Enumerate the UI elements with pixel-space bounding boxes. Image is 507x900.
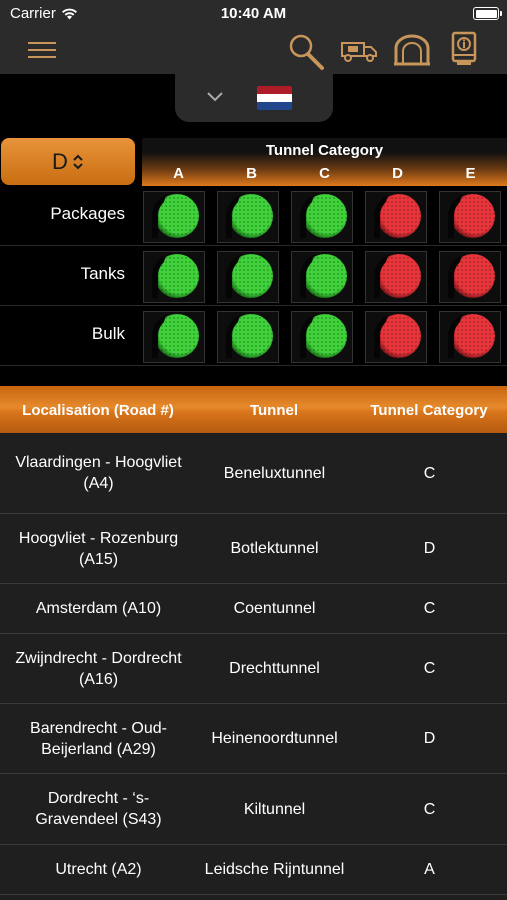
localisation-line1: Dordrecht - ‘s- <box>47 790 150 807</box>
category-picker-button[interactable]: D <box>1 138 135 185</box>
category-picker-value: D <box>52 148 68 174</box>
tunnel-category-header: Tunnel Category A B C D E <box>142 138 507 186</box>
localisation-line1: Barendrecht - Oud- <box>30 719 167 737</box>
cell-tunnel: Heinenoordtunnel <box>211 730 338 747</box>
up-down-chevron-icon <box>73 154 83 169</box>
menu-icon[interactable] <box>28 42 56 60</box>
category-letter-b: B <box>246 165 257 182</box>
cell-tunnel: Leidsche Rijntunnel <box>204 861 345 878</box>
flag-stripe-red <box>257 86 292 94</box>
cell-tunnel: Kiltunnel <box>243 800 306 818</box>
category-letter-e: E <box>465 165 476 182</box>
header-category: Tunnel Category <box>370 402 488 419</box>
flag-stripe-blue <box>257 102 292 110</box>
table-row[interactable]: Amsterdam (A10) Coentunnel C <box>0 584 507 634</box>
localisation-line2: Beijerland (A29) <box>41 740 156 758</box>
green-light-icon <box>143 191 205 243</box>
tunnel-category-title: Tunnel Category <box>265 142 384 159</box>
localisation-line1: Zwijndrecht - Dordrecht <box>15 649 182 667</box>
cell-localisation: Zwijndrecht - Dordrecht (A16) <box>0 634 197 703</box>
table-row[interactable]: Utrecht (A2) Leidsche Rijntunnel A <box>0 845 507 895</box>
cell-localisation: Barendrecht - Oud- Beijerland (A29) <box>0 704 197 773</box>
category-letter-a: A <box>173 165 184 182</box>
search-icon[interactable] <box>286 32 326 72</box>
battery-icon <box>473 7 502 20</box>
table-row[interactable]: Vlaardingen - Hoogvliet (A4) Beneluxtunn… <box>0 433 507 514</box>
cell-localisation: Vlaardingen - Hoogvliet (A4) <box>0 433 197 513</box>
localisation-line2: (A15) <box>78 550 119 568</box>
red-light-icon <box>365 251 427 303</box>
localisation-line2: Gravendeel (S43) <box>35 811 162 828</box>
info-book-icon[interactable] <box>450 31 478 67</box>
status-bar: Carrier 10:40 AM <box>0 0 507 28</box>
status-time: 10:40 AM <box>220 5 287 22</box>
green-light-icon <box>143 251 205 303</box>
tunnel-table-header: Localisation (Road #) Tunnel Tunnel Cate… <box>0 386 507 433</box>
tunnel-icon[interactable] <box>393 34 431 66</box>
cell-category: D <box>423 540 436 557</box>
cell-tunnel: Coentunnel <box>233 600 316 617</box>
light-row-packages: Packages <box>0 186 507 246</box>
light-row-bulk: Bulk <box>0 306 507 366</box>
truck-icon[interactable] <box>340 38 378 64</box>
country-selector[interactable] <box>175 74 333 122</box>
row-label: Packages <box>50 204 125 223</box>
green-light-icon <box>291 251 353 303</box>
chevron-down-icon <box>207 92 223 102</box>
cell-localisation: Utrecht (A2) <box>0 845 197 894</box>
cell-category: A <box>424 861 435 878</box>
cell-tunnel: Beneluxtunnel <box>223 464 326 482</box>
localisation-line2: (A4) <box>83 475 114 492</box>
header-tunnel: Tunnel <box>249 402 299 419</box>
category-letter-d: D <box>392 165 403 182</box>
cell-tunnel: Drechttunnel <box>229 660 320 677</box>
category-letter-c: C <box>319 165 330 182</box>
netherlands-flag-icon <box>257 86 292 110</box>
table-row[interactable]: Barendrecht - Oud- Beijerland (A29) Hein… <box>0 704 507 774</box>
green-light-icon <box>143 311 205 363</box>
cell-localisation: Dordrecht - ‘s- Gravendeel (S43) <box>0 774 197 844</box>
red-light-icon <box>365 191 427 243</box>
cell-category: C <box>423 660 436 677</box>
table-row[interactable]: Zwijndrecht - Dordrecht (A16) Drechttunn… <box>0 634 507 704</box>
localisation-line1: Vlaardingen - Hoogvliet <box>15 454 182 471</box>
green-light-icon <box>291 191 353 243</box>
cell-localisation: Amsterdam (A10) <box>0 584 197 633</box>
red-light-icon <box>439 311 501 363</box>
tunnel-table: Vlaardingen - Hoogvliet (A4) Beneluxtunn… <box>0 433 507 900</box>
green-light-icon <box>291 311 353 363</box>
light-row-tanks: Tanks <box>0 246 507 306</box>
red-light-icon <box>439 191 501 243</box>
localisation-line1: Amsterdam (A10) <box>35 600 162 617</box>
nav-bar <box>0 28 507 74</box>
localisation-line2: (A16) <box>78 670 119 688</box>
green-light-icon <box>217 311 279 363</box>
cell-category: D <box>423 730 436 747</box>
red-light-icon <box>439 251 501 303</box>
green-light-icon <box>217 191 279 243</box>
cell-category: C <box>423 600 436 617</box>
localisation-line1: Hoogvliet - Rozenburg <box>18 529 179 547</box>
flag-stripe-white <box>257 94 292 102</box>
header-localisation: Localisation (Road #) <box>22 402 174 419</box>
row-label: Bulk <box>91 324 125 343</box>
red-light-icon <box>365 311 427 363</box>
green-light-icon <box>217 251 279 303</box>
cell-category: C <box>423 800 436 818</box>
cell-localisation: Hoogvliet - Rozenburg (A15) <box>0 514 197 583</box>
cell-category: C <box>423 464 436 482</box>
row-label: Tanks <box>80 264 125 283</box>
localisation-line1: Utrecht (A2) <box>55 861 142 878</box>
cell-tunnel: Botlektunnel <box>230 540 319 557</box>
table-row[interactable]: Dordrecht - ‘s- Gravendeel (S43) Kiltunn… <box>0 774 507 845</box>
table-row[interactable]: Hoogvliet - Rozenburg (A15) Botlektunnel… <box>0 514 507 584</box>
